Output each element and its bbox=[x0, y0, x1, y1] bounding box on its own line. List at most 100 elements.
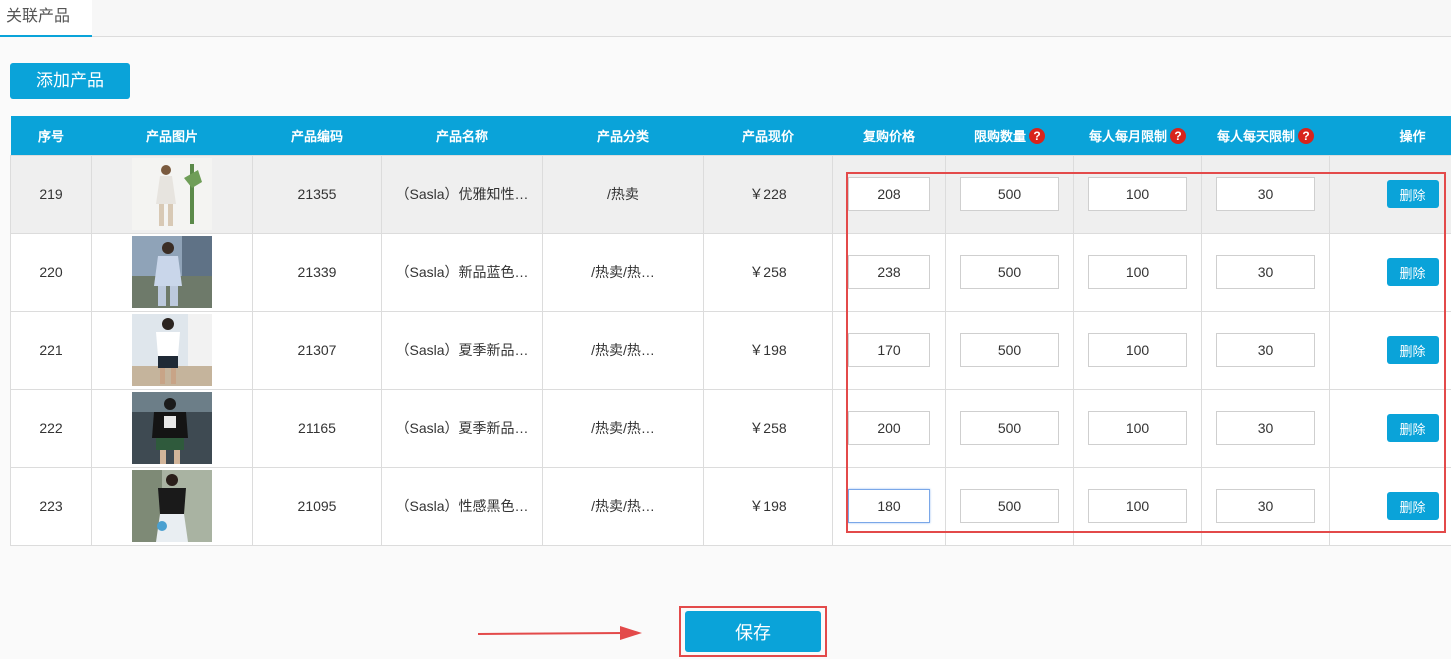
monthly-limit-input[interactable] bbox=[1088, 333, 1187, 367]
header-price: 产品现价 bbox=[703, 116, 833, 155]
limit-quantity-input[interactable] bbox=[960, 489, 1059, 523]
daily-limit-input[interactable] bbox=[1216, 255, 1315, 289]
monthly-limit-input[interactable] bbox=[1088, 177, 1187, 211]
cell-category: /热卖/热… bbox=[542, 310, 704, 390]
cell-daily bbox=[1201, 388, 1330, 468]
rebuy-price-input[interactable] bbox=[848, 411, 930, 445]
cell-category: /热卖 bbox=[542, 154, 704, 234]
table-row: 219 21355 （Sasla）优雅知性… /热卖 ￥228 删 bbox=[10, 154, 1451, 234]
table-row: 221 21307 （Sasla）夏季新品… /热卖/热… ￥198 170 5… bbox=[10, 310, 1451, 390]
monthly-limit-input[interactable] bbox=[1088, 489, 1187, 523]
save-button[interactable]: 保存 bbox=[685, 611, 821, 652]
product-thumbnail-image[interactable] bbox=[132, 314, 212, 386]
delete-button[interactable]: 删除 bbox=[1386, 414, 1439, 442]
header-limit: 限购数量? bbox=[945, 116, 1074, 155]
cell-rebuy bbox=[832, 466, 946, 546]
table-row: 220 21339 （Sasla）新品蓝色… /热卖/热… ￥258 238 5… bbox=[10, 232, 1451, 312]
daily-limit-input[interactable] bbox=[1216, 411, 1315, 445]
help-icon[interactable]: ? bbox=[1029, 127, 1045, 144]
cell-category: /热卖/热… bbox=[542, 232, 704, 312]
delete-button[interactable]: 删除 bbox=[1386, 492, 1439, 520]
cell-price: ￥198 bbox=[703, 466, 833, 546]
cell-code: 21095 bbox=[252, 466, 382, 546]
save-highlight-box: 保存 bbox=[679, 606, 827, 657]
cell-seq: 223 bbox=[10, 466, 92, 546]
product-table: 序号 产品图片 产品编码 产品名称 产品分类 产品现价 复购价格 限购数量? 每… bbox=[10, 116, 1451, 546]
add-product-button[interactable]: 添加产品 bbox=[10, 63, 130, 99]
header-ops-label: 操作 bbox=[1399, 128, 1426, 144]
tab-related-products[interactable]: 关联产品 bbox=[0, 0, 92, 37]
cell-rebuy bbox=[832, 232, 946, 312]
cell-limit bbox=[945, 232, 1074, 312]
cell-monthly bbox=[1073, 388, 1202, 468]
header-code: 产品编码 bbox=[252, 116, 382, 155]
product-thumbnail-image[interactable] bbox=[132, 392, 212, 464]
header-category: 产品分类 bbox=[542, 116, 704, 155]
cell-price: ￥228 bbox=[703, 154, 833, 234]
cell-category: /热卖/热… bbox=[542, 388, 704, 468]
daily-limit-input[interactable] bbox=[1216, 177, 1315, 211]
cell-code: 21355 bbox=[252, 154, 382, 234]
limit-quantity-input[interactable] bbox=[960, 177, 1059, 211]
tab-bar: 关联产品 bbox=[0, 0, 1451, 37]
cell-limit bbox=[945, 466, 1074, 546]
cell-name: （Sasla）夏季新品… bbox=[381, 310, 543, 390]
cell-ops: 删除 bbox=[1329, 466, 1451, 546]
table-header-row: 序号 产品图片 产品编码 产品名称 产品分类 产品现价 复购价格 限购数量? 每… bbox=[10, 116, 1451, 155]
cell-limit bbox=[945, 154, 1074, 234]
cell-monthly bbox=[1073, 310, 1202, 390]
cell-name: （Sasla）性感黑色… bbox=[381, 466, 543, 546]
rebuy-price-input[interactable] bbox=[848, 255, 930, 289]
cell-monthly bbox=[1073, 154, 1202, 234]
cell-rebuy bbox=[832, 310, 946, 390]
delete-button[interactable]: 删除 bbox=[1386, 336, 1439, 364]
header-daily-label: 每人每天限制 bbox=[1216, 128, 1295, 144]
monthly-limit-input[interactable] bbox=[1088, 411, 1187, 445]
daily-limit-input[interactable] bbox=[1216, 333, 1315, 367]
cell-rebuy bbox=[832, 154, 946, 234]
cell-price: ￥258 bbox=[703, 388, 833, 468]
delete-button[interactable]: 删除 bbox=[1386, 180, 1439, 208]
rebuy-price-input[interactable] bbox=[848, 333, 930, 367]
limit-quantity-input[interactable] bbox=[960, 411, 1059, 445]
limit-quantity-input[interactable] bbox=[960, 255, 1059, 289]
cell-code: 21339 bbox=[252, 232, 382, 312]
cell-limit bbox=[945, 388, 1074, 468]
cell-rebuy bbox=[832, 388, 946, 468]
product-thumbnail-image[interactable] bbox=[132, 158, 212, 230]
header-limit-label: 限购数量 bbox=[973, 128, 1026, 144]
header-daily-limit: 每人每天限制? bbox=[1201, 116, 1330, 155]
cell-monthly bbox=[1073, 466, 1202, 546]
cell-category: /热卖/热… bbox=[542, 466, 704, 546]
cell-price: ￥198 bbox=[703, 310, 833, 390]
cell-code: 21165 bbox=[252, 388, 382, 468]
cell-image bbox=[91, 388, 253, 468]
cell-daily bbox=[1201, 232, 1330, 312]
delete-button[interactable]: 删除 bbox=[1386, 258, 1439, 286]
cell-ops: 删除 bbox=[1329, 310, 1451, 390]
product-thumbnail-image[interactable] bbox=[132, 236, 212, 308]
product-thumbnail-image[interactable] bbox=[132, 470, 212, 542]
monthly-limit-input[interactable] bbox=[1088, 255, 1187, 289]
cell-daily bbox=[1201, 154, 1330, 234]
cell-ops: 删除 bbox=[1329, 232, 1451, 312]
cell-price: ￥258 bbox=[703, 232, 833, 312]
header-monthly-limit: 每人每月限制? bbox=[1073, 116, 1202, 155]
table-row: 222 21165 （Sasla）夏季新品… /热卖/热… ￥258 200 5… bbox=[10, 388, 1451, 468]
cell-ops: 删除 bbox=[1329, 388, 1451, 468]
cell-seq: 220 bbox=[10, 232, 92, 312]
header-seq: 序号 bbox=[10, 116, 92, 155]
rebuy-price-input[interactable] bbox=[848, 489, 930, 523]
table-row: 223 21095 （Sasla）性感黑色… /热卖/热… ￥198 删除 bbox=[10, 466, 1451, 546]
rebuy-price-input[interactable] bbox=[848, 177, 930, 211]
header-ops: 操作 bbox=[1329, 116, 1451, 155]
daily-limit-input[interactable] bbox=[1216, 489, 1315, 523]
limit-quantity-input[interactable] bbox=[960, 333, 1059, 367]
header-monthly-label: 每人每月限制 bbox=[1088, 128, 1167, 144]
cell-limit bbox=[945, 310, 1074, 390]
help-icon[interactable]: ? bbox=[1170, 127, 1186, 144]
cell-daily bbox=[1201, 466, 1330, 546]
help-icon[interactable]: ? bbox=[1298, 127, 1314, 144]
cell-code: 21307 bbox=[252, 310, 382, 390]
cell-monthly bbox=[1073, 232, 1202, 312]
